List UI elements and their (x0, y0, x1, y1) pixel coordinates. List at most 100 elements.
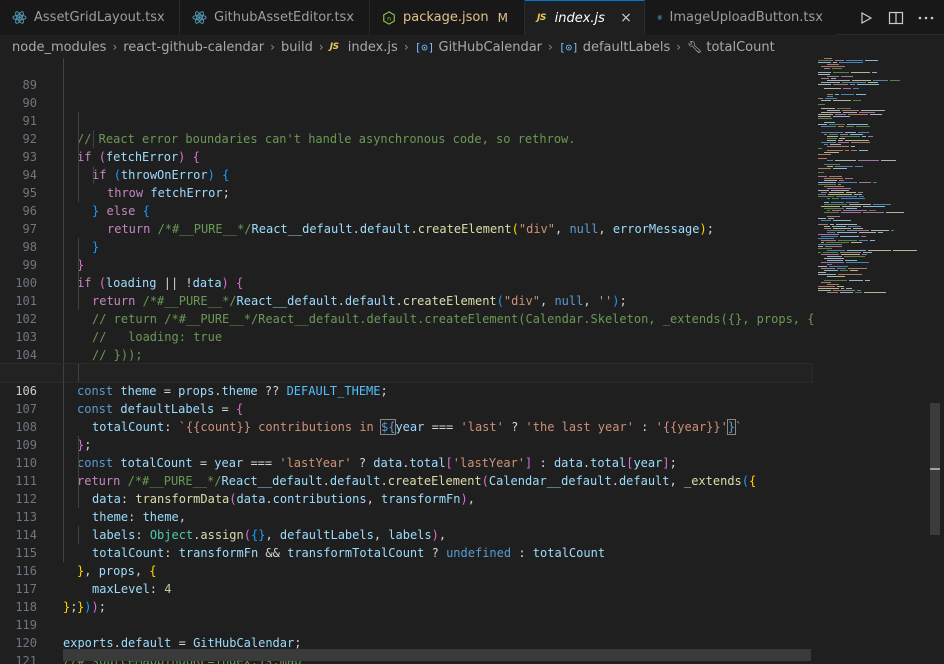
minimap-stroke (845, 150, 849, 151)
more-actions-icon[interactable] (916, 8, 936, 28)
minimap-stroke (818, 98, 823, 99)
breadcrumb-item[interactable]: build (281, 40, 313, 55)
minimap-stroke (838, 142, 849, 143)
minimap-stroke (841, 212, 861, 213)
minimap-stroke (829, 266, 848, 267)
minimap-stroke (827, 146, 849, 147)
minimap-stroke (821, 78, 829, 79)
minimap-stroke (833, 62, 837, 63)
minimap-stroke (832, 226, 846, 227)
split-editor-icon[interactable] (886, 8, 906, 28)
code-line: 118 (0, 580, 812, 614)
modified-indicator: M (497, 10, 508, 25)
run-icon[interactable] (856, 8, 876, 28)
tab-asset-grid-layout[interactable]: AssetGridLayout.tsx (0, 0, 180, 35)
code-line: 109 return /*#__PURE__*/React__default.d… (0, 418, 812, 488)
minimap-stroke (818, 104, 825, 105)
minimap-stroke (829, 124, 845, 125)
minimap[interactable] (818, 58, 926, 308)
minimap-stroke (825, 246, 842, 247)
minimap-stroke (824, 270, 838, 271)
minimap-stroke (818, 286, 835, 287)
minimap-stroke (839, 62, 863, 63)
code-line: 115 maxLevel: 4 (0, 526, 812, 596)
minimap-stroke (861, 110, 885, 111)
minimap-stroke (886, 212, 904, 213)
minimap-stroke (873, 80, 888, 81)
code-line-current: 106 totalCount: `{{count}} contributions… (0, 363, 813, 435)
minimap-stroke (826, 242, 849, 243)
minimap-stroke (840, 136, 860, 137)
minimap-stroke (851, 72, 870, 73)
horizontal-scrollbar[interactable] (63, 649, 811, 661)
tab-index-js[interactable]: JS index.js × (525, 0, 645, 35)
tab-label: package.json (403, 10, 489, 25)
minimap-stroke (828, 194, 852, 195)
tab-github-asset-editor[interactable]: GithubAssetEditor.tsx (180, 0, 370, 35)
minimap-stroke (828, 218, 834, 219)
code-line: 114 }, props, { (0, 508, 812, 578)
code-line: 96 } (0, 184, 812, 254)
close-icon[interactable]: × (620, 10, 632, 26)
js-icon: JS (329, 42, 339, 52)
minimap-stroke (824, 258, 844, 259)
code-editor[interactable]: 89 90 // React error boundaries can't ha… (0, 58, 944, 664)
minimap-stroke (818, 248, 832, 249)
minimap-stroke (831, 78, 836, 79)
minimap-stroke (835, 166, 853, 167)
minimap-stroke (844, 256, 865, 257)
minimap-stroke (855, 166, 863, 167)
minimap-stroke (824, 144, 828, 145)
minimap-stroke (863, 252, 872, 253)
minimap-stroke (868, 82, 878, 83)
minimap-stroke (824, 186, 844, 187)
minimap-stroke (841, 254, 860, 255)
breadcrumb-item[interactable]: react-github-calendar (123, 40, 264, 55)
line-number: 121 (15, 654, 37, 664)
minimap-stroke (824, 164, 840, 165)
minimap-stroke (858, 160, 879, 161)
minimap-stroke (821, 82, 840, 83)
minimap-stroke (849, 280, 863, 281)
minimap-stroke (818, 190, 829, 191)
minimap-stroke (840, 292, 853, 293)
tab-image-upload-button[interactable]: ImageUploadButton.tsx (645, 0, 835, 35)
minimap-stroke (859, 232, 876, 233)
tab-package-json[interactable]: n package.json M (370, 0, 525, 35)
chevron-right-icon: › (548, 40, 553, 54)
breadcrumb-item[interactable]: [⊙] GitHubCalendar (415, 40, 542, 55)
breadcrumb-item[interactable]: 🔧︎ totalCount (687, 40, 775, 55)
minimap-stroke (833, 100, 851, 101)
minimap-stroke (824, 58, 832, 59)
minimap-stroke (824, 134, 827, 135)
minimap-stroke (872, 72, 877, 73)
code-line: 98 if (loading || !data) { (0, 220, 812, 290)
minimap-stroke (831, 202, 844, 203)
minimap-stroke (890, 80, 900, 81)
code-line: 119 exports.default = GitHubCalendar; (0, 598, 812, 650)
minimap-stroke (818, 194, 826, 195)
minimap-stroke (851, 150, 857, 151)
breadcrumb-label: react-github-calendar (123, 39, 265, 55)
minimap-stroke (829, 134, 838, 135)
minimap-stroke (858, 132, 869, 133)
breadcrumb-item[interactable]: node_modules (12, 40, 106, 55)
breadcrumb-item[interactable]: JS index.js (330, 40, 398, 55)
minimap-stroke (818, 60, 833, 61)
minimap-stroke (878, 232, 883, 233)
minimap-stroke (821, 254, 839, 255)
minimap-stroke (837, 286, 844, 287)
minimap-stroke (835, 160, 856, 161)
minimap-stroke (853, 88, 859, 89)
minimap-stroke (859, 182, 871, 183)
code-line: 93 throw fetchError; (0, 130, 812, 200)
minimap-stroke (845, 260, 857, 261)
minimap-stroke (858, 192, 863, 193)
breadcrumb-item[interactable]: [⊙] defaultLabels (559, 40, 670, 55)
code-line: 120 //# sourceMappingURL=index.js.map (0, 616, 812, 664)
minimap-stroke (824, 180, 837, 181)
minimap-stroke (818, 168, 831, 169)
minimap-stroke (859, 240, 868, 241)
breadcrumb: node_modules › react-github-calendar › b… (0, 36, 944, 58)
minimap-stroke (821, 126, 836, 127)
